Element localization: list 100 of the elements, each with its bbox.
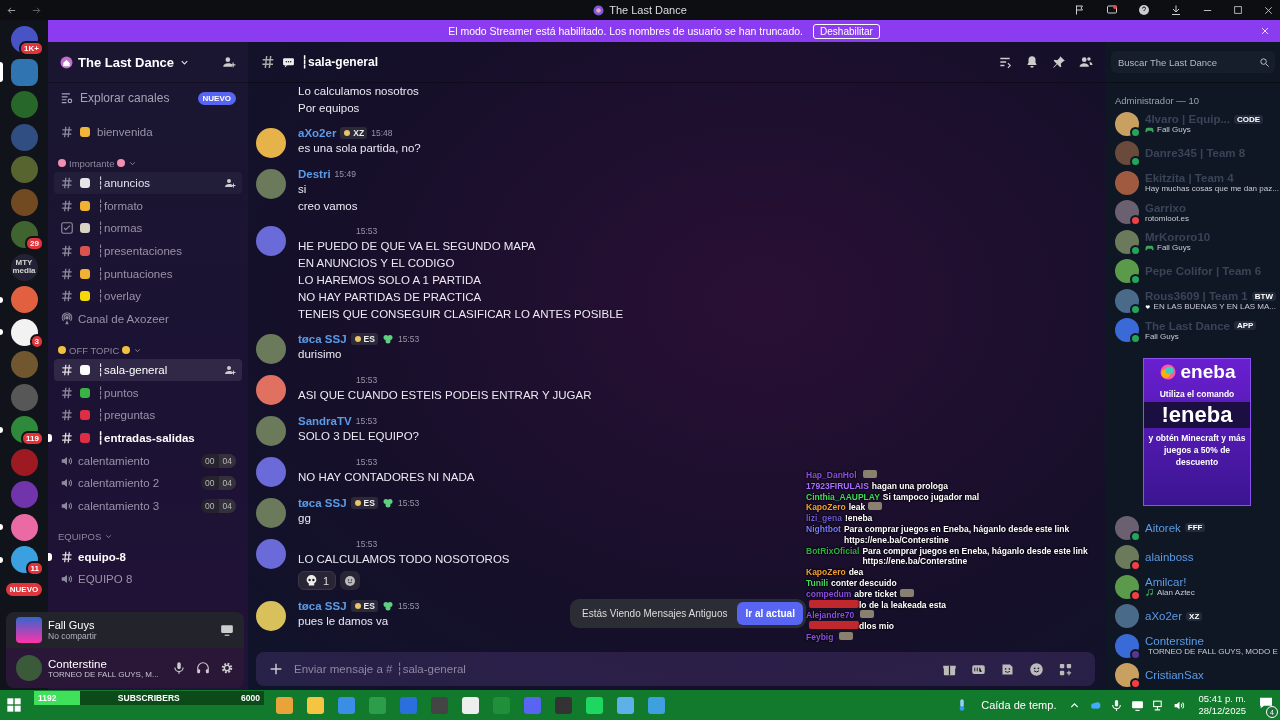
author-name[interactable]: tøca SSJ bbox=[298, 599, 347, 612]
author-name[interactable]: Destri bbox=[298, 167, 331, 180]
members-icon[interactable] bbox=[1079, 55, 1093, 69]
channel-item[interactable]: ┆anuncios bbox=[54, 171, 242, 195]
flag-icon[interactable] bbox=[1074, 4, 1086, 16]
screen-share-icon[interactable] bbox=[220, 623, 234, 637]
author-name[interactable]: tøca SSJ bbox=[298, 496, 347, 509]
notification-icon[interactable] bbox=[1258, 695, 1274, 711]
message-text: LO HAREMOS SOLO A 1 PARTIDA bbox=[298, 273, 481, 288]
author-name[interactable]: tøca SSJ bbox=[298, 332, 347, 345]
threads-icon[interactable] bbox=[998, 55, 1012, 69]
author-name[interactable]: SandraTV bbox=[298, 414, 352, 427]
window-icon[interactable] bbox=[1106, 4, 1118, 16]
search-box[interactable]: Buscar The Last Dance bbox=[1111, 51, 1275, 73]
server-icon[interactable]: MTY media bbox=[10, 253, 38, 281]
channel-item[interactable]: calentamiento 2 00 04 bbox=[54, 471, 242, 495]
user-avatar[interactable] bbox=[256, 601, 286, 631]
channel-item[interactable]: equipo-8 bbox=[54, 545, 242, 568]
reaction[interactable]: 1 bbox=[298, 571, 337, 590]
invite-icon[interactable] bbox=[224, 363, 236, 376]
channel-item[interactable]: EQUIPO 8 bbox=[54, 568, 242, 591]
game-logo bbox=[16, 617, 42, 643]
reaction-count: 1 bbox=[323, 574, 330, 587]
add-reaction[interactable] bbox=[340, 571, 361, 590]
channel-item[interactable]: ┆puntos bbox=[54, 381, 242, 404]
start-icon[interactable] bbox=[6, 697, 22, 713]
channel-item[interactable]: ┆presentaciones bbox=[54, 239, 242, 263]
help-icon[interactable] bbox=[1138, 4, 1150, 16]
channel-item[interactable]: ┆preguntas bbox=[54, 403, 242, 427]
chat-message: dlos mio bbox=[859, 621, 894, 632]
channel-item[interactable]: ┆puntuaciones bbox=[54, 262, 242, 286]
member-item[interactable]: Aitorek FFF bbox=[1115, 513, 1276, 543]
jump-button[interactable]: Ir al actual bbox=[737, 602, 803, 625]
message-input[interactable]: Enviar mensaje a # ┆sala-general bbox=[292, 662, 934, 676]
user-avatar bbox=[1115, 545, 1139, 570]
jump-text: Estás Viendo Mensajes Antiguos bbox=[582, 608, 728, 619]
server-icon[interactable] bbox=[10, 318, 38, 346]
chat-message: lo de la leakeada esta bbox=[859, 599, 946, 611]
user-avatar[interactable] bbox=[256, 375, 286, 405]
chat-message: Si tampoco jugador mal bbox=[882, 491, 980, 503]
user-avatar bbox=[1115, 141, 1139, 166]
chat-message: dea bbox=[848, 567, 864, 578]
user-avatar[interactable] bbox=[256, 457, 286, 487]
hash-icon bbox=[60, 244, 74, 259]
channel-item[interactable]: ┆normas bbox=[54, 217, 242, 240]
microphone-icon[interactable] bbox=[1110, 698, 1124, 712]
server-icon[interactable] bbox=[10, 221, 38, 248]
author-name[interactable]: aXo2er bbox=[298, 126, 337, 139]
pin-icon[interactable] bbox=[1052, 55, 1066, 69]
taskbar-app-icon[interactable] bbox=[307, 696, 324, 714]
taskbar-app-icon[interactable] bbox=[462, 696, 479, 714]
channel-item[interactable]: ┆sala-general bbox=[54, 358, 242, 382]
taskbar-app-icon[interactable] bbox=[276, 696, 293, 714]
forward-arrow-icon[interactable] bbox=[31, 4, 42, 16]
apps-icon[interactable] bbox=[1058, 661, 1073, 677]
hash-icon bbox=[60, 198, 74, 213]
member-item[interactable]: CristianSax bbox=[1115, 660, 1276, 690]
clock[interactable]: 05:41 p. m. 28/12/2025 bbox=[1198, 693, 1246, 717]
user-avatar[interactable] bbox=[256, 226, 286, 256]
bell-icon[interactable] bbox=[1025, 55, 1039, 69]
user-avatar[interactable] bbox=[256, 128, 286, 158]
banner-text: El modo Streamer está habilitado. Los nombres de usuario se han truncado. bbox=[448, 25, 804, 37]
emoji-icon[interactable] bbox=[1029, 661, 1044, 677]
maximize-icon[interactable] bbox=[1233, 5, 1243, 15]
settings-icon[interactable] bbox=[220, 661, 234, 675]
headphones-icon[interactable] bbox=[196, 661, 210, 675]
server-name[interactable]: The Last Dance bbox=[78, 54, 175, 70]
channel-item[interactable]: ┆overlay bbox=[54, 285, 242, 308]
invite-icon[interactable] bbox=[224, 177, 236, 190]
hash-icon bbox=[260, 54, 276, 70]
channel-item[interactable]: bienvenida bbox=[54, 121, 242, 144]
back-arrow-icon[interactable] bbox=[6, 4, 17, 16]
close-icon[interactable] bbox=[1263, 4, 1274, 16]
taskbar-app-icon[interactable] bbox=[586, 696, 603, 714]
channel-item[interactable]: ┆formato bbox=[54, 194, 242, 218]
hash-icon bbox=[60, 289, 74, 304]
member-item[interactable]: aXo2er XZ bbox=[1115, 601, 1276, 631]
plus-icon[interactable] bbox=[268, 661, 284, 677]
microphone-icon[interactable] bbox=[172, 661, 186, 675]
invite-icon[interactable] bbox=[222, 55, 236, 69]
message-text: si bbox=[298, 182, 307, 197]
channel-item[interactable]: calentamiento 00 04 bbox=[54, 449, 242, 472]
message-box[interactable]: Enviar mensaje a # ┆sala-general bbox=[256, 652, 1095, 686]
channel-name: ┆overlay bbox=[97, 289, 142, 304]
chat-username: Nightbot bbox=[806, 524, 841, 535]
message-text: gg bbox=[298, 511, 311, 526]
channel-item[interactable]: ┆entradas-salidas bbox=[54, 426, 242, 450]
member-name: Conterstine bbox=[1145, 635, 1204, 648]
channel-item[interactable]: calentamiento 3 00 04 bbox=[54, 494, 242, 518]
server-icon[interactable] bbox=[10, 513, 38, 541]
channel-item[interactable]: Canal de Axozeer bbox=[54, 307, 242, 331]
disable-button[interactable]: Deshabilitar bbox=[813, 23, 880, 39]
member-item[interactable]: alainboss bbox=[1115, 542, 1276, 572]
download-icon[interactable] bbox=[1170, 4, 1182, 16]
user-avatar bbox=[1115, 259, 1139, 284]
member-item[interactable]: Amilcar! Alan Aztec bbox=[1115, 572, 1276, 602]
search-field[interactable]: Buscar The Last Dance bbox=[1116, 55, 1255, 69]
message-text: NO HAY CONTADORES NI NADA bbox=[298, 470, 475, 485]
display-icon[interactable] bbox=[1131, 698, 1145, 712]
user-avatar[interactable] bbox=[256, 539, 286, 569]
